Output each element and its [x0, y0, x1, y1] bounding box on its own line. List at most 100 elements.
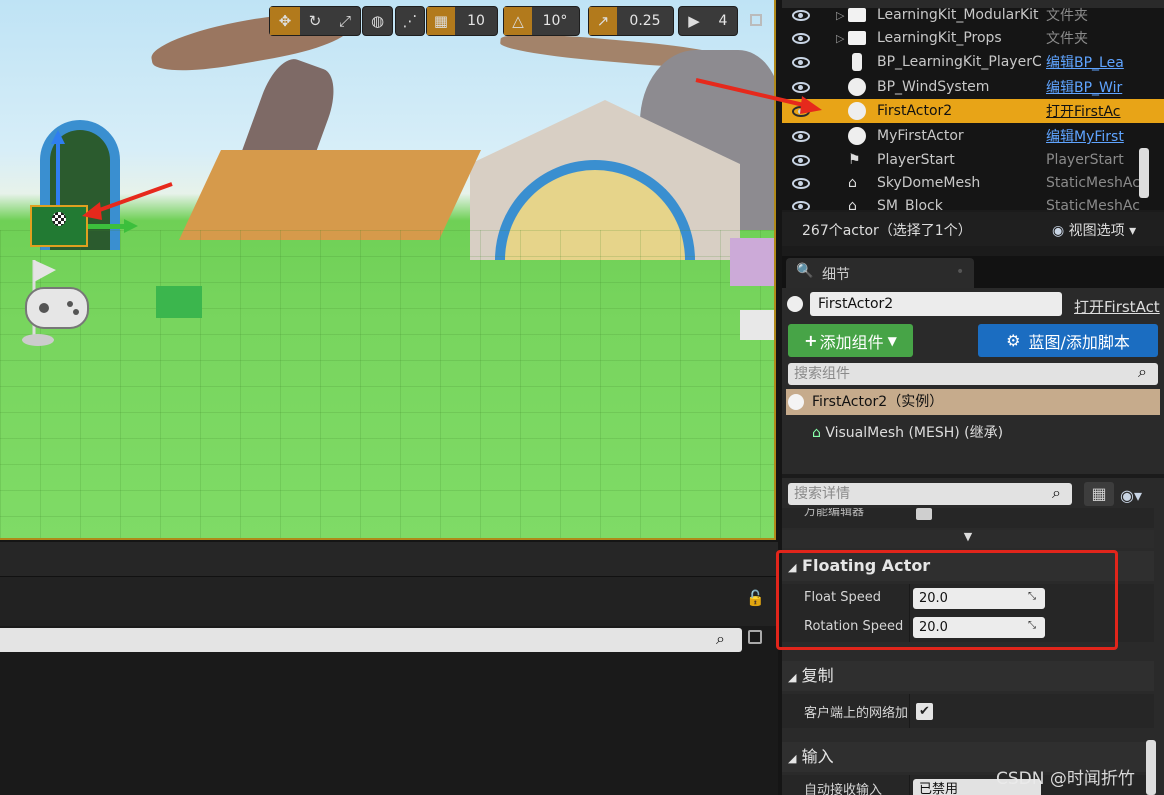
rotation-snap-toggle[interactable]: △	[504, 7, 532, 35]
angle-icon: △	[512, 12, 524, 30]
gift-box	[730, 238, 774, 286]
outliner-row[interactable]: BP_WindSystem 编辑BP_Wir	[782, 75, 1164, 99]
blueprint-add-script-button[interactable]: ⚙ 蓝图/添加脚本	[978, 324, 1158, 357]
tab-details[interactable]: 🔍 细节 •	[786, 258, 974, 288]
rotate-icon: ↻	[308, 12, 322, 30]
outliner-row[interactable]: ⌂ SM_Block StaticMeshAc	[782, 194, 1164, 210]
tab-close-icon[interactable]: •	[956, 264, 964, 280]
grid-snap-toggle[interactable]: ▦	[427, 7, 455, 35]
annotation-highlight-box	[776, 550, 1118, 650]
visibility-eye-icon[interactable]	[792, 32, 810, 44]
expand-arrow-icon[interactable]: ▷	[836, 9, 844, 22]
outliner-row[interactable]: MyFirstActor 编辑MyFirst	[782, 124, 1164, 148]
clipped-property-checkbox[interactable]	[916, 508, 932, 520]
outliner-footer: 267个actor（选择了1个） ◉ 视图选项 ▾	[782, 212, 1164, 246]
net-load-checkbox[interactable]: ✔	[916, 703, 933, 720]
input-title: 输入	[801, 747, 834, 766]
child-component-row[interactable]: ⌂ VisualMesh (MESH) (继承)	[812, 422, 1003, 442]
transform-mode-group: ✥ ↻ ⤢	[269, 6, 361, 36]
gizmo-up-axis[interactable]	[56, 140, 60, 208]
world-outliner: ▷ LearningKit_ModularKit 文件夹 ▷ LearningK…	[782, 0, 1164, 210]
visibility-eye-icon[interactable]	[792, 56, 810, 68]
add-component-button[interactable]: + 添加组件 ▼	[788, 324, 913, 357]
details-scrollbar[interactable]	[1146, 740, 1156, 795]
expand-arrow-icon[interactable]: ▷	[836, 32, 844, 45]
static-mesh-icon: ⌂	[812, 425, 821, 441]
rotation-snap-value[interactable]: 10°	[532, 7, 578, 35]
row-name: PlayerStart	[877, 152, 955, 168]
visibility-eye-icon[interactable]	[792, 154, 810, 166]
lock-icon[interactable]: 🔓	[746, 589, 765, 607]
search-components-input[interactable]: 搜索组件	[788, 363, 1158, 385]
watermark-text: CSDN @时闻折竹	[996, 769, 1135, 789]
translate-mode-button[interactable]: ✥	[270, 7, 300, 35]
bottom-panel: 🔓 ⌕	[0, 542, 778, 795]
world-space-button[interactable]: ◍	[363, 7, 392, 35]
outliner-row[interactable]: BP_LearningKit_PlayerC 编辑BP_Lea	[782, 50, 1164, 74]
outliner-row[interactable]: ⚑ PlayerStart PlayerStart	[782, 148, 1164, 172]
scale-snap-value[interactable]: 0.25	[617, 7, 673, 35]
search-details-input[interactable]: 搜索详情	[788, 483, 1072, 505]
outliner-row[interactable]: ▷ LearningKit_Props 文件夹	[782, 26, 1164, 50]
ground-grid	[0, 230, 774, 538]
grid-icon: ▦	[433, 12, 449, 30]
outliner-row-selected[interactable]: FirstActor2 打开FirstAc	[782, 99, 1164, 123]
visibility-eye-icon[interactable]	[792, 177, 810, 189]
visibility-eye-icon[interactable]	[792, 9, 810, 21]
components-divider	[782, 474, 1164, 478]
visibility-eye-icon[interactable]	[792, 200, 810, 210]
green-block	[156, 286, 202, 318]
details-panel: FirstActor2 打开FirstAct + 添加组件 ▼ ⚙ 蓝图/添加脚…	[782, 288, 1164, 795]
details-icon: 🔍	[796, 263, 814, 279]
player-start-icon: ⚑	[848, 152, 861, 168]
actor-sphere-icon	[848, 102, 866, 120]
surface-snap-button[interactable]: ⋰	[396, 7, 424, 35]
outliner-scrollbar[interactable]	[1139, 148, 1149, 198]
row-name: SkyDomeMesh	[877, 175, 981, 191]
outliner-row[interactable]: ⌂ SkyDomeMesh StaticMeshAc	[782, 171, 1164, 195]
net-load-row: 客户端上的网络加 ✔	[782, 694, 1154, 728]
blueprint-add-script-label: 蓝图/添加脚本	[1028, 332, 1130, 352]
open-source-link[interactable]: 打开FirstAc	[1046, 101, 1121, 121]
rotate-mode-button[interactable]: ↻	[300, 7, 330, 35]
player-start-icon[interactable]	[12, 254, 92, 350]
view-options-button[interactable]: ◉ 视图选项 ▾	[1052, 220, 1136, 240]
open-source-link[interactable]: 打开FirstAct	[1074, 296, 1160, 317]
maximize-viewport-icon[interactable]	[750, 14, 762, 26]
search-icon: ⌕	[1052, 483, 1061, 502]
advanced-expand-row[interactable]: ▼	[782, 530, 1154, 548]
surface-snap-group: ⋰	[395, 6, 425, 36]
gizmo-center-icon[interactable]	[52, 212, 66, 226]
view-options-label: 视图选项	[1068, 223, 1125, 239]
row-type: 文件夹	[1046, 31, 1088, 47]
folder-icon	[848, 8, 866, 22]
camera-speed-value[interactable]: 4	[709, 7, 737, 35]
visibility-eye-icon[interactable]	[792, 130, 810, 142]
outliner-row[interactable]: ▷ LearningKit_ModularKit 文件夹	[782, 3, 1164, 27]
grid-snap-value[interactable]: 10	[455, 7, 497, 35]
actor-name-input[interactable]: FirstActor2	[810, 292, 1062, 316]
root-component-row[interactable]: FirstActor2（实例）	[786, 389, 1160, 415]
bottom-search-input[interactable]: ⌕	[0, 628, 742, 652]
replication-section-header[interactable]: ◢ 复制	[782, 661, 1154, 691]
row-type: PlayerStart	[1046, 152, 1124, 168]
level-viewport[interactable]: ✥ ↻ ⤢ ◍ ⋰ ▦ 10 △ 10° ↗ 0.25 ▶ 4	[0, 0, 776, 540]
scale-arrow-icon: ↗	[596, 12, 610, 30]
actor-sphere-icon	[788, 394, 804, 410]
add-component-label: 添加组件	[819, 332, 884, 352]
row-type: 文件夹	[1046, 8, 1088, 24]
scale-mode-button[interactable]: ⤢	[330, 7, 360, 35]
property-matrix-button[interactable]: ▦	[1084, 482, 1114, 506]
annotation-arrow-outliner	[695, 78, 822, 114]
actor-sphere-icon	[787, 296, 803, 312]
row-name: FirstActor2	[877, 103, 953, 119]
edit-blueprint-link[interactable]: 编辑MyFirst	[1046, 126, 1124, 146]
annotation-arrow-viewport	[82, 182, 173, 220]
scale-snap-toggle[interactable]: ↗	[589, 7, 617, 35]
save-search-icon[interactable]	[748, 630, 762, 644]
edit-blueprint-link[interactable]: 编辑BP_Wir	[1046, 77, 1122, 97]
edit-blueprint-link[interactable]: 编辑BP_Lea	[1046, 52, 1124, 72]
gizmo-up-arrowhead[interactable]	[51, 130, 65, 144]
visibility-options-button[interactable]: ◉▾	[1120, 486, 1142, 505]
camera-speed-toggle[interactable]: ▶	[679, 7, 709, 35]
